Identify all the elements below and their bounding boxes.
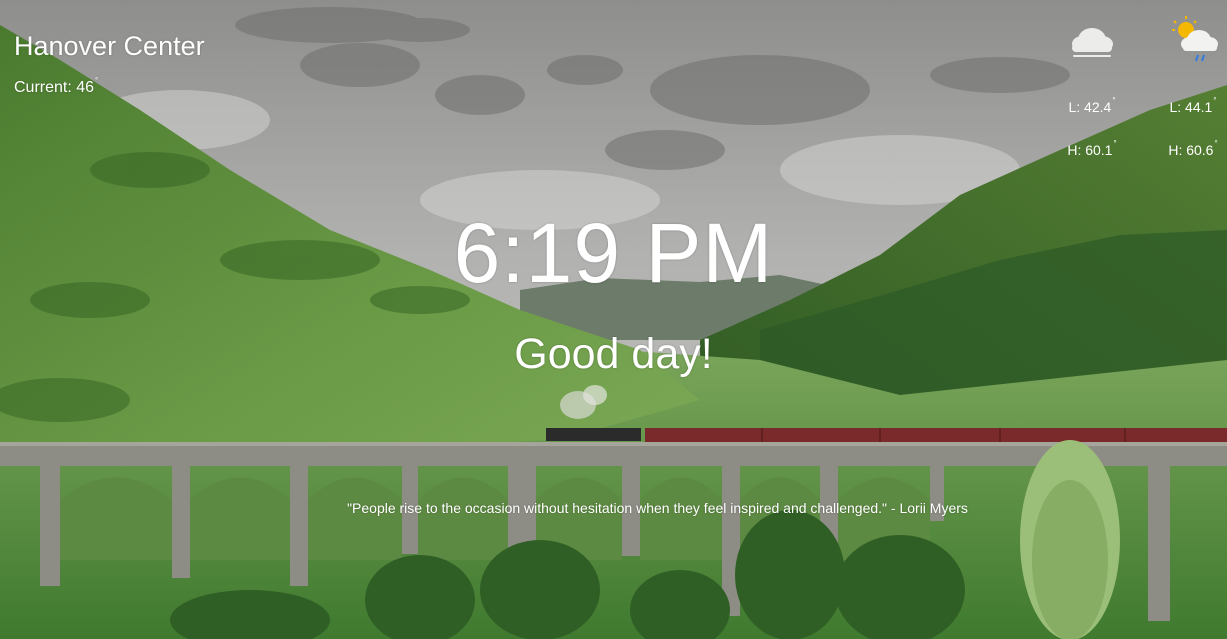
forecast-high: H: 60.1° <box>1052 139 1132 158</box>
forecast-high-value: H: 60.6 <box>1168 142 1214 158</box>
current-temp-value: 46 <box>76 79 95 96</box>
greeting-text: Good day! <box>514 330 713 378</box>
forecast-low: L: 44.1° <box>1153 96 1227 115</box>
landscape-background-image <box>0 0 1227 639</box>
location-name: Hanover Center <box>14 31 205 61</box>
forecast-low: L: 42.4° <box>1052 96 1132 115</box>
partly-sunny-rain-icon <box>1153 14 1227 66</box>
degree-symbol: ° <box>1112 96 1116 105</box>
forecast-high: H: 60.6° <box>1153 139 1227 158</box>
degree-symbol: ° <box>1214 139 1218 148</box>
forecast-low-value: L: 44.1 <box>1169 99 1213 115</box>
forecast-high-value: H: 60.1 <box>1067 142 1113 158</box>
forecast-low-value: L: 42.4 <box>1068 99 1112 115</box>
quote-text: "People rise to the occasion without hes… <box>347 500 968 516</box>
cloud-icon <box>1052 14 1132 66</box>
clock-time: 6:19 PM <box>453 206 774 300</box>
current-label: Current: <box>14 79 72 96</box>
forecast-day-1: L: 42.4° H: 60.1° <box>1052 14 1132 158</box>
forecast-day-2: L: 44.1° H: 60.6° <box>1153 14 1227 158</box>
degree-symbol: ° <box>95 76 99 85</box>
degree-symbol: ° <box>1113 139 1117 148</box>
dashboard-background: Hanover Center Current: 46° L: 42.4° H: … <box>0 0 1227 639</box>
degree-symbol: ° <box>1213 96 1217 105</box>
current-temperature: Current: 46° <box>14 76 98 97</box>
